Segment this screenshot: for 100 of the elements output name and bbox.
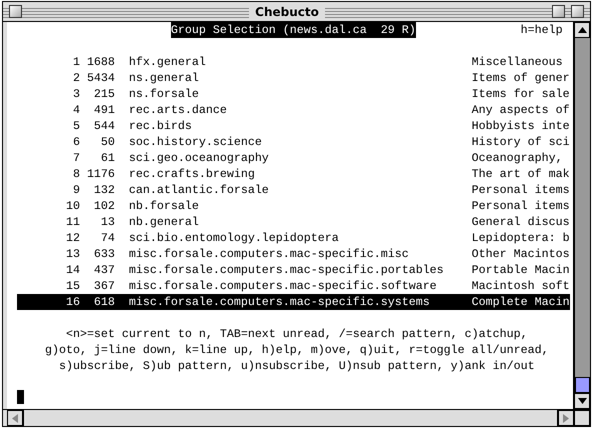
group-number: 14 [64,262,80,278]
article-count: 1176 [86,166,115,182]
group-row[interactable]: 16 618 misc.forsale.computers.mac-specific.systems Complete Macin [17,294,570,310]
group-row[interactable]: 8 1176 rec.crafts.brewing The art of mak [17,166,570,182]
article-count: 50 [100,134,115,150]
command-help: <n>=set current to n, TAB=next unread, /=search pattern, c)atchup, [64,326,529,342]
article-count: 132 [92,182,115,198]
group-name: rec.arts.dance [128,102,228,118]
group-number: 11 [64,214,80,230]
group-name: can.atlantic.forsale [128,182,270,198]
group-row[interactable]: 10 102 nb.forsale Personal items [17,198,570,214]
article-count: 491 [92,102,115,118]
group-row[interactable]: 3 215 ns.forsale Items for sale [17,86,570,102]
group-description: Other Macintos [472,246,570,262]
group-name: rec.crafts.brewing [128,166,256,182]
group-name: misc.forsale.computers.mac-specific.portables [128,262,445,278]
group-number: 3 [72,86,80,102]
article-count: 13 [100,214,115,230]
article-count: 5434 [86,70,115,86]
group-number: 2 [72,70,80,86]
group-description: History of sci [472,134,570,150]
group-number: 15 [64,278,80,294]
article-count: 437 [92,262,115,278]
group-name: ns.forsale [128,86,200,102]
article-count: 61 [100,150,115,166]
group-description: Complete Macin [472,294,570,310]
group-name: nb.forsale [128,198,200,214]
scroll-thumb[interactable] [575,377,590,393]
group-name: hfx.general [128,54,207,70]
group-row[interactable]: 11 13 nb.general General discus [17,214,570,230]
up-arrow-icon [578,27,586,33]
group-name: misc.forsale.computers.mac-specific.misc [128,246,410,262]
scroll-left-button[interactable] [7,410,23,426]
group-name: soc.history.science [128,134,263,150]
group-number: 9 [72,182,80,198]
group-row[interactable]: 15 367 misc.forsale.computers.mac-specific.software Macintosh soft [17,278,570,294]
zoom-box[interactable] [552,5,565,18]
group-row[interactable]: 6 50 soc.history.science History of sci [17,134,570,150]
group-description: Items for sale [472,86,570,102]
group-row[interactable]: 2 5434 ns.general Items of gener [17,70,570,86]
group-row[interactable]: 7 61 sci.geo.oceanography Oceanography, [17,150,570,166]
scroll-down-button[interactable] [574,393,590,409]
group-description: The art of mak [472,166,570,182]
group-row[interactable]: 14 437 misc.forsale.computers.mac-specific.portables Portable Macin [17,262,570,278]
group-number: 6 [72,134,80,150]
group-name: rec.birds [128,118,193,134]
group-number: 16 [64,294,80,310]
group-name: misc.forsale.computers.mac-specific.software [128,278,438,294]
group-row[interactable]: 12 74 sci.bio.entomology.lepidoptera Lepidoptera: b [17,230,570,246]
article-count: 74 [100,230,115,246]
group-name: misc.forsale.computers.mac-specific.systems [128,294,431,310]
left-arrow-icon [12,414,18,422]
group-description: Miscellaneous [472,54,563,70]
group-number: 12 [64,230,80,246]
group-number: 13 [64,246,80,262]
group-description: Personal items [472,182,570,198]
group-row[interactable]: 5 544 rec.birds Hobbyists inte [17,118,570,134]
window-title: Chebucto [249,4,325,18]
group-number: 7 [72,150,80,166]
group-description: Macintosh soft [472,278,570,294]
group-number: 4 [72,102,80,118]
right-arrow-icon [563,414,569,422]
group-number: 1 [72,54,80,70]
text-cursor [17,390,24,404]
collapse-box[interactable] [571,5,584,18]
article-count: 544 [92,118,115,134]
group-number: 10 [64,198,80,214]
group-description: Portable Macin [472,262,570,278]
group-description: Lepidoptera: b [472,230,570,246]
group-row[interactable]: 9 132 can.atlantic.forsale Personal items [17,182,570,198]
group-description: Items of gener [472,70,570,86]
article-count: 618 [92,294,115,310]
article-count: 102 [92,198,115,214]
help-hint: h=help [520,22,563,38]
group-name: ns.general [128,70,200,86]
group-description: Any aspects of [472,102,570,118]
group-description: Oceanography, [472,150,563,166]
group-number: 5 [72,118,80,134]
group-description: Personal items [472,198,570,214]
group-description: General discus [472,214,570,230]
resize-grip[interactable] [574,410,590,426]
close-box[interactable] [9,5,22,18]
article-count: 1688 [86,54,115,70]
group-row[interactable]: 4 491 rec.arts.dance Any aspects of [17,102,570,118]
scroll-right-button[interactable] [558,410,574,426]
group-name: sci.bio.entomology.lepidoptera [128,230,340,246]
group-description: Hobbyists inte [472,118,570,134]
article-count: 367 [92,278,115,294]
command-help: g)oto, j=line down, k=line up, h)elp, m)ove, q)uit, r=toggle all/unread, [44,342,550,358]
command-help: s)ubscribe, S)ub pattern, u)nsubscribe, U)nsub pattern, y)ank in/out [58,358,536,374]
article-count: 633 [92,246,115,262]
scroll-up-button[interactable] [574,22,590,38]
group-name: sci.geo.oceanography [128,150,270,166]
down-arrow-icon [578,398,586,404]
group-row[interactable]: 1 1688 hfx.general Miscellaneous [17,54,570,70]
group-number: 8 [72,166,80,182]
group-name: nb.general [128,214,200,230]
screen-title: Group Selection (news.dal.ca 29 R) [170,22,416,38]
article-count: 215 [92,86,115,102]
group-row[interactable]: 13 633 misc.forsale.computers.mac-specific.misc Other Macintos [17,246,570,262]
